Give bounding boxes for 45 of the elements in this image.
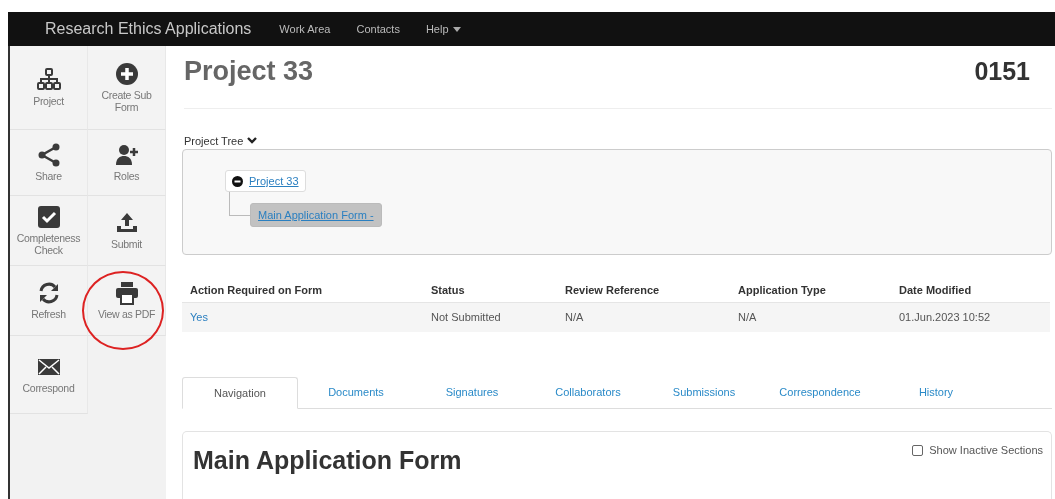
toolbar-button[interactable]: Create Sub Form xyxy=(88,46,166,130)
tab[interactable]: Signatures xyxy=(414,377,530,408)
column-header: Review Reference xyxy=(557,278,730,303)
user-plus-icon xyxy=(114,143,139,167)
nav-link[interactable]: Help xyxy=(425,23,461,35)
table-link[interactable]: Yes xyxy=(182,302,423,332)
table-cell: 01.Jun.2023 10:52 xyxy=(891,302,1050,332)
share-icon xyxy=(36,143,61,167)
table-cell: N/A xyxy=(557,302,730,332)
page-title: Project 33 xyxy=(184,55,314,87)
project-number: 0151 xyxy=(974,56,1030,86)
column-header: Action Required on Form xyxy=(182,278,423,303)
tab[interactable]: Correspondence xyxy=(762,377,878,408)
collapse-icon xyxy=(232,175,243,187)
printer-icon xyxy=(114,281,139,305)
table-cell: N/A xyxy=(730,302,891,332)
toolbar-button[interactable]: Submit xyxy=(88,196,166,266)
nav-link[interactable]: Work Area xyxy=(279,23,331,35)
form-title: Main Application Form xyxy=(193,446,462,475)
app-title[interactable]: Research Ethics Applications xyxy=(45,20,252,38)
upload-icon xyxy=(114,211,139,235)
toolbar-button[interactable]: Roles xyxy=(88,130,166,196)
plus-circle-icon xyxy=(114,62,139,87)
toolbar-button[interactable]: Completeness Check xyxy=(10,196,88,266)
tree-toggle[interactable]: Project Tree xyxy=(184,135,258,147)
tab[interactable]: History xyxy=(878,377,994,408)
sitemap-icon xyxy=(36,68,61,92)
tab[interactable]: Documents xyxy=(298,377,414,408)
tab[interactable]: Navigation xyxy=(182,377,298,409)
caret-icon xyxy=(452,26,461,32)
column-header: Application Type xyxy=(730,278,891,303)
tab[interactable]: Collaborators xyxy=(530,377,646,408)
column-header: Date Modified xyxy=(891,278,1050,303)
toolbar-button[interactable]: View as PDF xyxy=(88,266,166,336)
tree-node[interactable]: Project 33 xyxy=(225,170,306,192)
toolbar-button[interactable]: Refresh xyxy=(10,266,88,336)
toolbar-button[interactable]: Share xyxy=(10,130,88,196)
tab[interactable]: Submissions xyxy=(646,377,762,408)
toolbar-button[interactable]: Correspond xyxy=(10,336,88,414)
table-cell: Not Submitted xyxy=(423,302,557,332)
nav-link[interactable]: Contacts xyxy=(356,23,400,35)
checkbox-icon xyxy=(36,205,61,230)
tree-node[interactable]: Main Application Form - xyxy=(250,203,382,227)
column-header: Status xyxy=(423,278,557,303)
toolbar-button[interactable]: Project xyxy=(10,46,88,130)
